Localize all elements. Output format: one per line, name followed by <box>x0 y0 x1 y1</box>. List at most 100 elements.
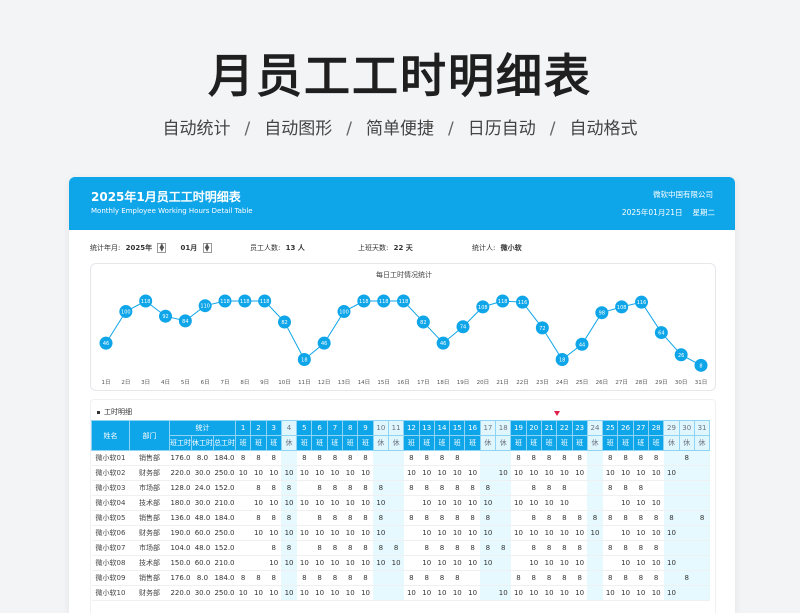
day-hours-cell[interactable]: 8 <box>526 540 542 556</box>
employee-name-cell[interactable]: 微小软02 <box>91 465 130 481</box>
day-hours-cell[interactable]: 8 <box>266 450 282 466</box>
day-hours-cell[interactable]: 10 <box>419 495 435 511</box>
day-hours-cell[interactable]: 10 <box>235 585 251 601</box>
rest-hours-cell[interactable]: 8.0 <box>191 450 214 466</box>
day-hours-cell[interactable]: 8 <box>373 540 389 556</box>
day-hours-cell[interactable]: 8 <box>357 480 374 496</box>
day-hours-cell[interactable] <box>694 525 710 541</box>
day-hours-cell[interactable] <box>250 540 267 556</box>
day-hours-cell[interactable]: 8 <box>617 510 634 526</box>
day-hours-cell[interactable]: 10 <box>342 585 358 601</box>
day-hours-cell[interactable]: 8 <box>434 540 450 556</box>
day-hours-cell[interactable]: 8 <box>495 540 511 556</box>
day-hours-cell[interactable] <box>480 465 496 481</box>
day-hours-cell[interactable]: 10 <box>587 525 603 541</box>
day-hours-cell[interactable]: 10 <box>633 555 649 571</box>
day-hours-cell[interactable]: 10 <box>526 495 542 511</box>
day-hours-cell[interactable]: 10 <box>327 495 343 511</box>
department-cell[interactable]: 销售部 <box>129 570 170 586</box>
day-hours-cell[interactable]: 10 <box>541 555 557 571</box>
day-hours-cell[interactable] <box>296 480 312 496</box>
day-hours-cell[interactable]: 8 <box>357 540 374 556</box>
day-hours-cell[interactable]: 10 <box>663 465 680 481</box>
day-hours-cell[interactable]: 8 <box>281 540 297 556</box>
day-hours-cell[interactable]: 8 <box>357 570 374 586</box>
day-hours-cell[interactable]: 8 <box>449 570 465 586</box>
day-hours-cell[interactable] <box>694 540 710 556</box>
day-hours-cell[interactable]: 8 <box>235 450 251 466</box>
day-hours-cell[interactable]: 8 <box>311 570 328 586</box>
day-hours-cell[interactable]: 8 <box>464 480 481 496</box>
day-hours-cell[interactable] <box>388 510 404 526</box>
day-hours-cell[interactable] <box>296 540 312 556</box>
day-hours-cell[interactable]: 10 <box>434 495 450 511</box>
day-hours-cell[interactable]: 8 <box>480 540 496 556</box>
day-hours-cell[interactable]: 8 <box>464 510 481 526</box>
day-hours-cell[interactable]: 8 <box>449 480 465 496</box>
day-hours-cell[interactable]: 10 <box>419 555 435 571</box>
day-hours-cell[interactable]: 10 <box>250 525 267 541</box>
total-hours-cell[interactable]: 152.0 <box>213 480 236 496</box>
day-hours-cell[interactable]: 10 <box>526 585 542 601</box>
day-hours-cell[interactable]: 10 <box>480 555 496 571</box>
day-hours-cell[interactable] <box>694 450 710 466</box>
day-hours-cell[interactable] <box>403 525 420 541</box>
day-hours-cell[interactable] <box>679 465 695 481</box>
day-hours-cell[interactable]: 10 <box>296 495 312 511</box>
day-hours-cell[interactable] <box>250 555 267 571</box>
department-cell[interactable]: 技术部 <box>129 495 170 511</box>
work-hours-cell[interactable]: 220.0 <box>169 465 192 481</box>
day-hours-cell[interactable]: 10 <box>648 585 664 601</box>
day-hours-cell[interactable]: 10 <box>480 525 496 541</box>
day-hours-cell[interactable]: 8 <box>342 450 358 466</box>
day-hours-cell[interactable]: 8 <box>266 480 282 496</box>
day-hours-cell[interactable]: 8 <box>250 480 267 496</box>
day-hours-cell[interactable] <box>663 540 680 556</box>
day-hours-cell[interactable]: 8 <box>311 480 328 496</box>
day-hours-cell[interactable]: 8 <box>327 570 343 586</box>
rest-hours-cell[interactable]: 24.0 <box>191 480 214 496</box>
day-hours-cell[interactable]: 8 <box>480 510 496 526</box>
day-hours-cell[interactable]: 8 <box>250 570 267 586</box>
day-hours-cell[interactable]: 10 <box>419 525 435 541</box>
day-hours-cell[interactable] <box>495 555 511 571</box>
day-hours-cell[interactable]: 8 <box>327 510 343 526</box>
day-hours-cell[interactable]: 10 <box>434 525 450 541</box>
day-hours-cell[interactable]: 8 <box>602 570 618 586</box>
day-hours-cell[interactable] <box>679 495 695 511</box>
day-hours-cell[interactable]: 10 <box>266 555 282 571</box>
day-hours-cell[interactable]: 10 <box>373 525 389 541</box>
day-hours-cell[interactable]: 10 <box>449 465 465 481</box>
day-hours-cell[interactable]: 10 <box>480 495 496 511</box>
day-hours-cell[interactable]: 10 <box>311 525 328 541</box>
day-hours-cell[interactable]: 10 <box>250 495 267 511</box>
day-hours-cell[interactable]: 10 <box>572 585 588 601</box>
day-hours-cell[interactable]: 10 <box>464 585 481 601</box>
day-hours-cell[interactable]: 8 <box>419 480 435 496</box>
department-cell[interactable]: 财务部 <box>129 525 170 541</box>
day-hours-cell[interactable]: 10 <box>617 465 634 481</box>
day-hours-cell[interactable] <box>679 585 695 601</box>
day-hours-cell[interactable]: 10 <box>419 585 435 601</box>
day-hours-cell[interactable]: 8 <box>403 480 420 496</box>
employee-name-cell[interactable]: 微小软10 <box>91 585 130 601</box>
day-hours-cell[interactable] <box>587 540 603 556</box>
day-hours-cell[interactable]: 8 <box>556 480 573 496</box>
day-hours-cell[interactable]: 10 <box>311 585 328 601</box>
day-hours-cell[interactable]: 8 <box>572 570 588 586</box>
day-hours-cell[interactable]: 10 <box>510 585 527 601</box>
day-hours-cell[interactable]: 10 <box>541 585 557 601</box>
day-hours-cell[interactable]: 8 <box>327 450 343 466</box>
rest-hours-cell[interactable]: 8.0 <box>191 570 214 586</box>
day-hours-cell[interactable]: 8 <box>449 450 465 466</box>
day-hours-cell[interactable] <box>510 510 527 526</box>
day-hours-cell[interactable] <box>373 585 389 601</box>
rest-hours-cell[interactable]: 48.0 <box>191 540 214 556</box>
day-hours-cell[interactable]: 10 <box>327 555 343 571</box>
employee-name-cell[interactable]: 微小软08 <box>91 555 130 571</box>
day-hours-cell[interactable] <box>679 540 695 556</box>
day-hours-cell[interactable]: 10 <box>327 465 343 481</box>
day-hours-cell[interactable]: 10 <box>633 465 649 481</box>
day-hours-cell[interactable]: 8 <box>541 570 557 586</box>
work-hours-cell[interactable]: 180.0 <box>169 495 192 511</box>
